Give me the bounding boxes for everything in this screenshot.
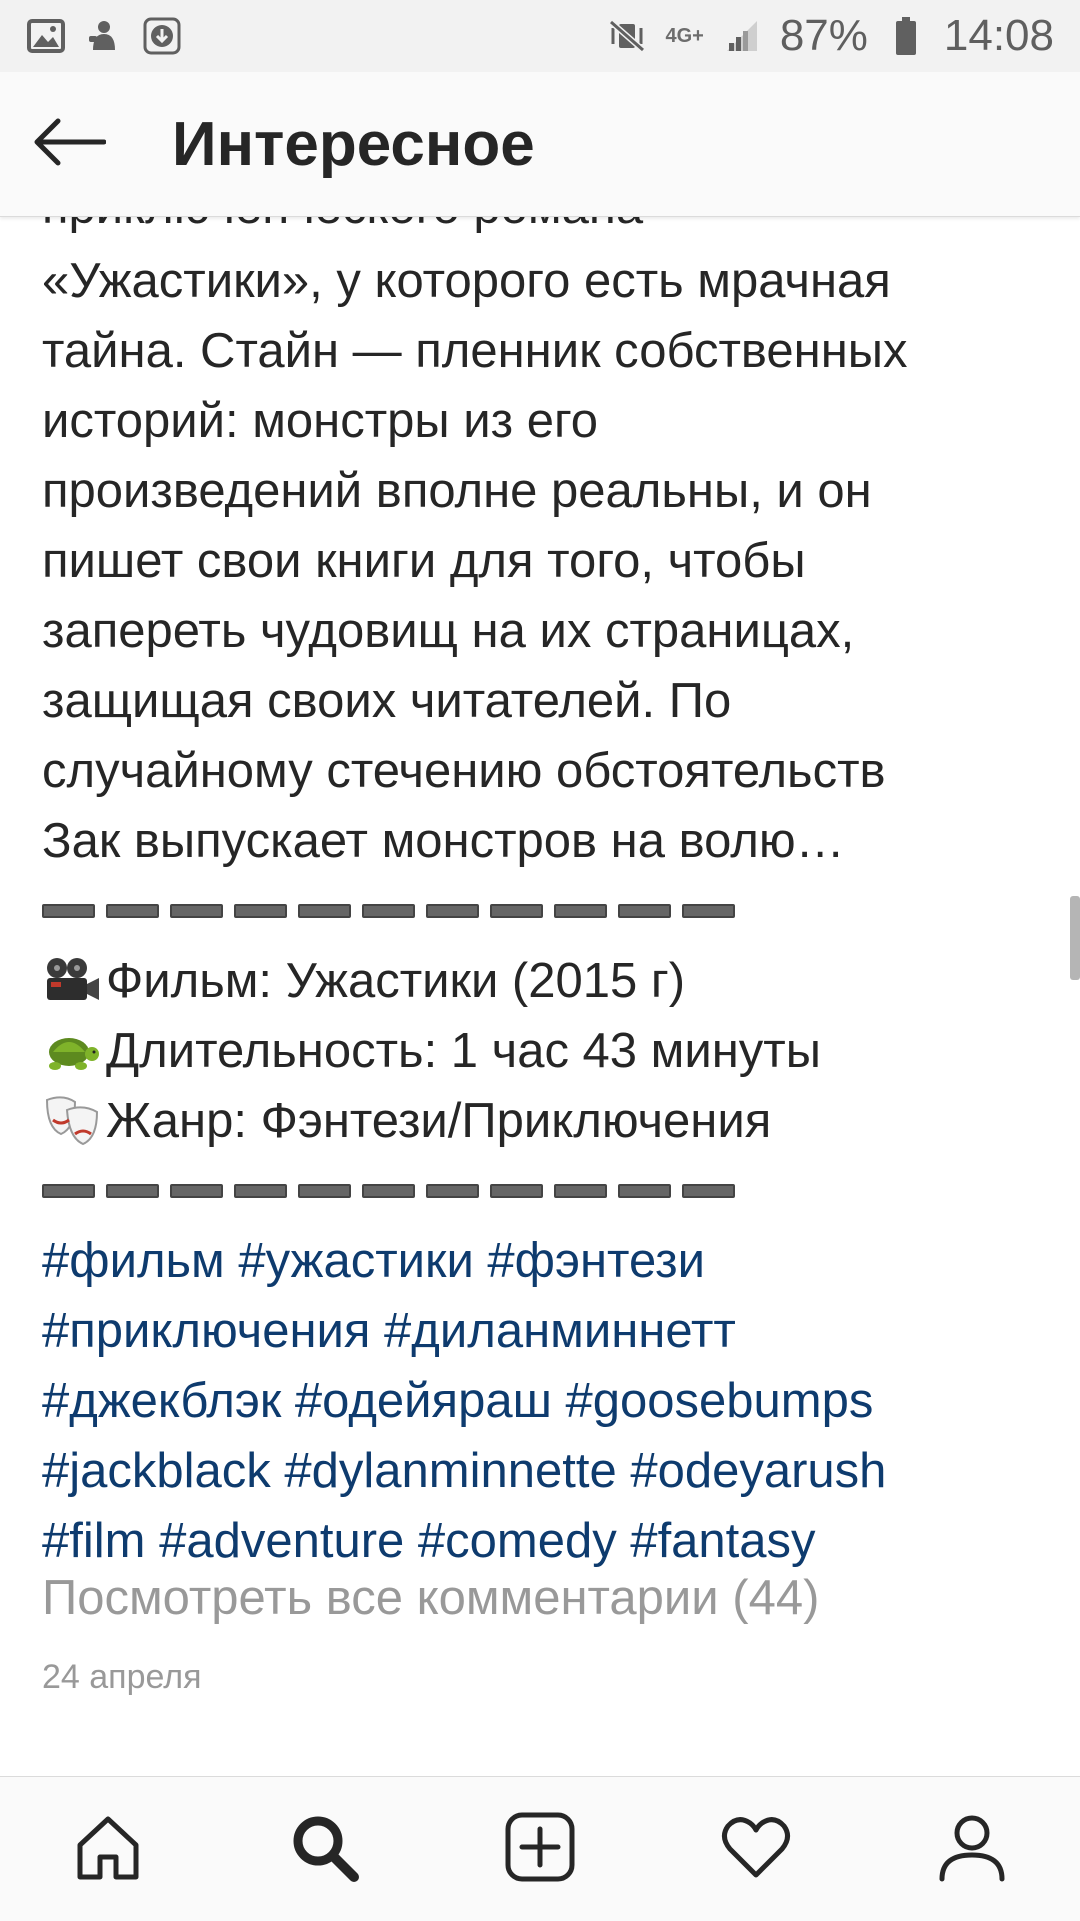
nav-activity-button[interactable] bbox=[696, 1789, 816, 1909]
caption-partial-line: приключенческого романа bbox=[42, 216, 643, 242]
bottom-navigation bbox=[0, 1776, 1080, 1921]
back-arrow-icon bbox=[32, 117, 107, 172]
dash-emoji bbox=[234, 1184, 287, 1198]
post-date: 24 апреля bbox=[42, 1658, 202, 1696]
dash-emoji bbox=[106, 904, 159, 918]
app-notification-icon bbox=[84, 16, 124, 56]
status-bar-notifications bbox=[26, 16, 182, 56]
dash-emoji bbox=[42, 1184, 95, 1198]
app-header: Интересное bbox=[0, 72, 1080, 217]
dash-emoji bbox=[554, 1184, 607, 1198]
dash-emoji bbox=[426, 904, 479, 918]
film-title: Фильм: Ужастики (2015 г) bbox=[106, 954, 686, 1008]
dash-emoji bbox=[490, 1184, 543, 1198]
dash-emoji bbox=[682, 904, 735, 918]
caption-line: тайна. Стайн — пленник собственных bbox=[42, 324, 908, 378]
vibrate-mute-icon bbox=[607, 16, 647, 56]
dash-emoji bbox=[234, 904, 287, 918]
search-icon bbox=[288, 1811, 360, 1888]
film-info: Фильм: Ужастики (2015 г) bbox=[42, 946, 1042, 1016]
caption-line: «Ужастики», у которого есть мрачная bbox=[42, 254, 891, 308]
theater-masks-icon bbox=[42, 1091, 102, 1151]
dash-emoji bbox=[362, 1184, 415, 1198]
nav-search-button[interactable] bbox=[264, 1789, 384, 1909]
dash-emoji bbox=[618, 904, 671, 918]
battery-percent: 87% bbox=[779, 11, 868, 60]
dash-emoji bbox=[682, 1184, 735, 1198]
home-icon bbox=[72, 1811, 144, 1888]
activity-heart-icon bbox=[720, 1811, 792, 1888]
clock: 14:08 bbox=[943, 11, 1054, 60]
dash-divider bbox=[42, 1156, 1042, 1226]
caption-line: пишет свои книги для того, чтобы bbox=[42, 534, 806, 588]
nav-home-button[interactable] bbox=[48, 1789, 168, 1909]
genre: Жанр: Фэнтези/Приключения bbox=[106, 1094, 772, 1148]
view-all-comments-link[interactable]: Посмотреть все комментарии (44) bbox=[42, 1570, 819, 1626]
dash-emoji bbox=[298, 904, 351, 918]
battery-icon bbox=[886, 16, 926, 56]
hashtag-line[interactable]: #фильм #ужастики #фэнтези bbox=[42, 1226, 1042, 1296]
hashtag-line[interactable]: #film #adventure #comedy #fantasy bbox=[42, 1506, 1042, 1576]
hashtag-line[interactable]: #джекблэк #одейяраш #goosebumps bbox=[42, 1366, 1042, 1436]
caption-line: Зак выпускает монстров на волю… bbox=[42, 814, 845, 868]
dash-emoji bbox=[106, 1184, 159, 1198]
caption-line: историй: монстры из его bbox=[42, 394, 599, 448]
caption-line: запереть чудовищ на их страницах, bbox=[42, 604, 855, 658]
dash-emoji bbox=[170, 1184, 223, 1198]
dash-emoji bbox=[170, 904, 223, 918]
dash-emoji bbox=[426, 1184, 479, 1198]
page-title: Интересное bbox=[172, 109, 535, 179]
add-post-icon bbox=[504, 1811, 576, 1888]
duration-info: Длительность: 1 час 43 минуты bbox=[42, 1016, 1042, 1086]
caption-line: произведений вполне реальны, и он bbox=[42, 464, 872, 518]
dash-emoji bbox=[490, 904, 543, 918]
dash-divider bbox=[42, 876, 1042, 946]
post-content: приключенческого романа «Ужастики», у ко… bbox=[0, 216, 1080, 1776]
back-button[interactable] bbox=[0, 72, 144, 216]
genre-info: Жанр: Фэнтези/Приключения bbox=[42, 1086, 1042, 1156]
nav-profile-button[interactable] bbox=[912, 1789, 1032, 1909]
status-bar: 4G+ 87% 14:08 bbox=[0, 0, 1080, 72]
dash-emoji bbox=[554, 904, 607, 918]
download-icon bbox=[142, 16, 182, 56]
dash-emoji bbox=[298, 1184, 351, 1198]
hashtag-line[interactable]: #приключения #диланминнетт bbox=[42, 1296, 1042, 1366]
duration: Длительность: 1 час 43 минуты bbox=[106, 1024, 821, 1078]
caption-line: защищая своих читателей. По bbox=[42, 674, 732, 728]
dash-emoji bbox=[42, 904, 95, 918]
nav-new-post-button[interactable] bbox=[480, 1789, 600, 1909]
network-type: 4G+ bbox=[665, 25, 704, 47]
post-caption: «Ужастики», у которого есть мрачная тайн… bbox=[42, 246, 1042, 1576]
status-bar-system: 4G+ 87% 14:08 bbox=[607, 11, 1054, 61]
dash-emoji bbox=[362, 904, 415, 918]
gallery-icon bbox=[26, 16, 66, 56]
hashtag-line[interactable]: #jackblack #dylanminnette #odeyarush bbox=[42, 1436, 1042, 1506]
scrollbar[interactable] bbox=[1070, 896, 1080, 980]
profile-icon bbox=[936, 1811, 1008, 1888]
movie-camera-icon bbox=[42, 951, 102, 1011]
dash-emoji bbox=[618, 1184, 671, 1198]
caption-line: случайному стечению обстоятельств bbox=[42, 744, 886, 798]
signal-icon bbox=[722, 16, 762, 56]
turtle-icon bbox=[42, 1021, 102, 1081]
